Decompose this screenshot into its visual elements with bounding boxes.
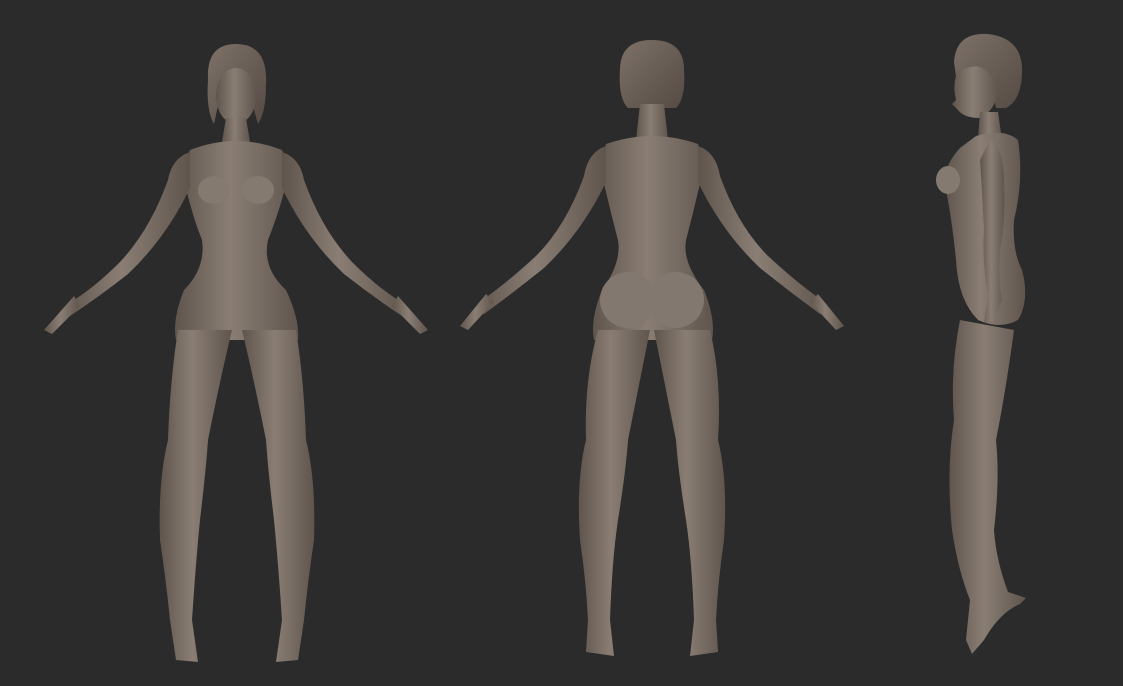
front-right-arm [282,152,408,316]
front-left-arm [64,152,190,316]
back-right-leg [654,330,726,656]
sculpt-viewport [0,0,1123,686]
model-turnaround-sheet [44,33,1026,662]
front-left-leg [159,330,232,662]
front-view-figure [44,44,428,662]
front-torso [175,141,299,340]
back-left-arm [476,146,606,314]
back-right-arm [698,146,828,314]
front-right-leg [242,330,315,662]
side-legs [949,320,1026,654]
back-hair [619,40,685,108]
front-head [216,68,256,124]
side-view-figure [936,33,1026,654]
back-view-figure [460,40,844,656]
back-left-leg [578,330,650,656]
